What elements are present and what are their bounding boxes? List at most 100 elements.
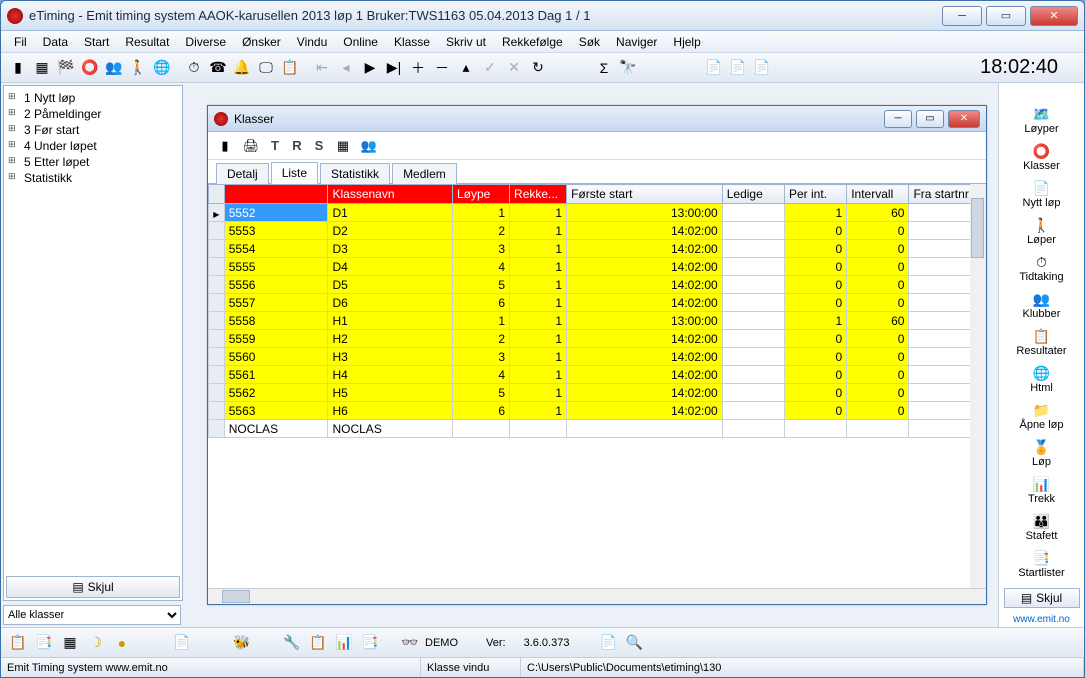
- cell-perint[interactable]: 0: [784, 276, 846, 294]
- print-icon[interactable]: 🖨: [240, 135, 262, 157]
- cell-order[interactable]: 1: [510, 330, 567, 348]
- cell-id[interactable]: NOCLAS: [224, 420, 328, 438]
- cell-free[interactable]: [722, 384, 784, 402]
- cell-name[interactable]: H2: [328, 330, 453, 348]
- cell-interval[interactable]: 60: [847, 312, 909, 330]
- inner-minimize-button[interactable]: ─: [884, 110, 912, 128]
- shortcut-html[interactable]: 🌐Html: [1006, 362, 1078, 397]
- cell-order[interactable]: 1: [510, 384, 567, 402]
- menu-naviger[interactable]: Naviger: [609, 33, 664, 51]
- bt-icon[interactable]: 📄: [171, 632, 193, 654]
- cell-name[interactable]: H3: [328, 348, 453, 366]
- table-row[interactable]: 5562H55114:02:0000: [209, 384, 986, 402]
- table-row[interactable]: 5552D11113:00:00160: [209, 204, 986, 222]
- table-row[interactable]: 5561H44114:02:0000: [209, 366, 986, 384]
- menu-start[interactable]: Start: [77, 33, 116, 51]
- tool-icon[interactable]: ▮: [7, 57, 29, 79]
- cell-start[interactable]: 14:02:00: [567, 294, 723, 312]
- cell-start[interactable]: 14:02:00: [567, 384, 723, 402]
- cell-course[interactable]: 4: [452, 366, 509, 384]
- cell-perint[interactable]: 0: [784, 294, 846, 312]
- cell-interval[interactable]: 0: [847, 348, 909, 366]
- cell-course[interactable]: 6: [452, 294, 509, 312]
- class-filter-combo[interactable]: Alle klasser: [3, 605, 181, 625]
- col-firststart[interactable]: Første start: [567, 185, 723, 204]
- cell-start[interactable]: 13:00:00: [567, 204, 723, 222]
- cell-course[interactable]: 5: [452, 384, 509, 402]
- cell-free[interactable]: [722, 330, 784, 348]
- col-course[interactable]: Løype: [452, 185, 509, 204]
- cell-perint[interactable]: 1: [784, 204, 846, 222]
- cell-start[interactable]: 14:02:00: [567, 222, 723, 240]
- doc1-icon[interactable]: 📄: [703, 57, 725, 79]
- cell-course[interactable]: 1: [452, 204, 509, 222]
- table-row[interactable]: 5556D55114:02:0000: [209, 276, 986, 294]
- tree-item[interactable]: 1 Nytt løp: [8, 90, 178, 106]
- calendar-icon[interactable]: ▦: [31, 57, 53, 79]
- cell-start[interactable]: [567, 420, 723, 438]
- up-icon[interactable]: ▴: [455, 57, 477, 79]
- cell-start[interactable]: 14:02:00: [567, 258, 723, 276]
- cell-interval[interactable]: 0: [847, 240, 909, 258]
- play-icon[interactable]: ▶: [359, 57, 381, 79]
- cell-free[interactable]: [722, 348, 784, 366]
- tab-statistikk[interactable]: Statistikk: [320, 163, 390, 184]
- bt-icon[interactable]: 🐝: [231, 632, 253, 654]
- doc3-icon[interactable]: 📄: [751, 57, 773, 79]
- vertical-scrollbar[interactable]: [970, 184, 986, 588]
- flag-icon[interactable]: 🏁: [55, 57, 77, 79]
- cell-free[interactable]: [722, 294, 784, 312]
- cell-interval[interactable]: 0: [847, 294, 909, 312]
- menu-diverse[interactable]: Diverse: [178, 33, 233, 51]
- cell-free[interactable]: [722, 204, 784, 222]
- table-row[interactable]: 5554D33114:02:0000: [209, 240, 986, 258]
- cell-start[interactable]: 14:02:00: [567, 402, 723, 420]
- cell-id[interactable]: 5561: [224, 366, 328, 384]
- table-row[interactable]: NOCLASNOCLAS: [209, 420, 986, 438]
- shortcut-klasser[interactable]: ⭕Klasser: [1006, 140, 1078, 175]
- cell-id[interactable]: 5553: [224, 222, 328, 240]
- shortcut-startlister[interactable]: 📑Startlister: [1006, 547, 1078, 582]
- shortcut-trekk[interactable]: 📊Trekk: [1006, 473, 1078, 508]
- cell-order[interactable]: 1: [510, 402, 567, 420]
- bell-icon[interactable]: 🔔: [231, 57, 253, 79]
- shortcut-nytt løp[interactable]: 📄Nytt løp: [1006, 177, 1078, 212]
- cell-name[interactable]: H6: [328, 402, 453, 420]
- shortcut-tidtaking[interactable]: ⏱Tidtaking: [1006, 251, 1078, 286]
- col-id[interactable]: [224, 185, 328, 204]
- cell-order[interactable]: [510, 420, 567, 438]
- cell-free[interactable]: [722, 312, 784, 330]
- cell-name[interactable]: D3: [328, 240, 453, 258]
- bt-icon[interactable]: 📄: [597, 632, 619, 654]
- cell-perint[interactable]: 0: [784, 222, 846, 240]
- cell-name[interactable]: D6: [328, 294, 453, 312]
- cell-order[interactable]: 1: [510, 366, 567, 384]
- bt-icon[interactable]: 📊: [333, 632, 355, 654]
- menu-søk[interactable]: Søk: [572, 33, 607, 51]
- shortcut-løper[interactable]: 🚶Løper: [1006, 214, 1078, 249]
- cell-start[interactable]: 14:02:00: [567, 348, 723, 366]
- cell-free[interactable]: [722, 240, 784, 258]
- cell-start[interactable]: 14:02:00: [567, 330, 723, 348]
- cell-course[interactable]: 3: [452, 240, 509, 258]
- cell-name[interactable]: H5: [328, 384, 453, 402]
- cell-interval[interactable]: 0: [847, 258, 909, 276]
- menu-data[interactable]: Data: [36, 33, 75, 51]
- cell-name[interactable]: H4: [328, 366, 453, 384]
- close-button[interactable]: ✕: [1030, 6, 1078, 26]
- cell-start[interactable]: 13:00:00: [567, 312, 723, 330]
- table-row[interactable]: 5555D44114:02:0000: [209, 258, 986, 276]
- timer-icon[interactable]: ⏱: [183, 57, 205, 79]
- bt-icon[interactable]: 🔍: [623, 632, 645, 654]
- shortcut-åpne løp[interactable]: 📁Åpne løp: [1006, 399, 1078, 434]
- cell-id[interactable]: 5559: [224, 330, 328, 348]
- tab-liste[interactable]: Liste: [271, 162, 318, 184]
- table-row[interactable]: 5557D66114:02:0000: [209, 294, 986, 312]
- cell-id[interactable]: 5556: [224, 276, 328, 294]
- menu-vindu[interactable]: Vindu: [290, 33, 334, 51]
- cell-interval[interactable]: 0: [847, 222, 909, 240]
- cell-id[interactable]: 5555: [224, 258, 328, 276]
- cell-free[interactable]: [722, 222, 784, 240]
- tab-medlem[interactable]: Medlem: [392, 163, 457, 184]
- shortcut-stafett[interactable]: 👪Stafett: [1006, 510, 1078, 545]
